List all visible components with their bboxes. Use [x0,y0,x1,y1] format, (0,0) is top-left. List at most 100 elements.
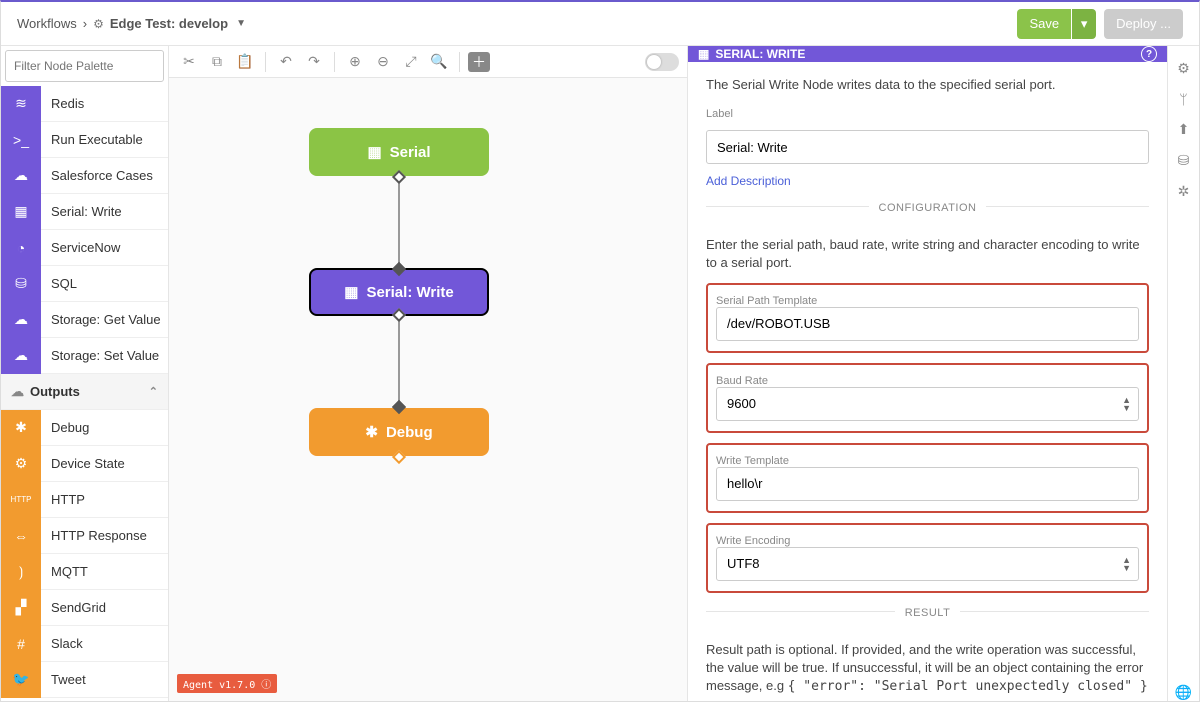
palette-item-label: Serial: Write [41,204,122,219]
output-port[interactable] [392,450,406,464]
node-description: The Serial Write Node writes data to the… [706,76,1149,94]
gear-icon[interactable]: ⚙ [1177,60,1190,77]
palette-item-label: Slack [41,636,83,651]
serial-path-label: Serial Path Template [716,295,1139,307]
agent-version-badge[interactable]: Agent v1.7.0 ⓘ [177,674,277,693]
properties-panel: ▦ SERIAL: WRITE ? The Serial Write Node … [687,46,1167,701]
serial-icon: ▦ [1,194,41,230]
palette-item-run-executable[interactable]: >_Run Executable [1,122,168,158]
output-port[interactable] [392,170,406,184]
save-dropdown-button[interactable]: ▾ [1072,9,1096,39]
palette-category-outputs[interactable]: ☁ Outputs ⌃ [1,374,168,410]
palette-item-mqtt[interactable]: ⟯MQTT [1,554,168,590]
link-icon: ⇔ [1,518,41,554]
gear-icon: ⚙ [1,446,41,482]
serial-path-input[interactable] [716,307,1139,341]
palette-item-label: Debug [41,420,89,435]
zoom-in-button[interactable]: ⊕ [343,50,367,74]
palette-item-storage-get[interactable]: ☁Storage: Get Value [1,302,168,338]
palette-item-label: SendGrid [41,600,106,615]
globe-icon[interactable]: 🌐 [1175,684,1192,701]
branch-icon[interactable]: ᛘ [1179,91,1187,107]
label-input[interactable] [706,130,1149,164]
separator [265,52,266,72]
palette-item-http-response[interactable]: ⇔HTTP Response [1,518,168,554]
palette-item-redis[interactable]: ≋Redis [1,86,168,122]
write-template-input[interactable] [716,467,1139,501]
node-label: Debug [386,424,433,441]
chevron-down-icon[interactable]: ▼ [236,18,246,29]
palette-item-label: MQTT [41,564,88,579]
copy-button[interactable]: ⧉ [205,50,229,74]
palette-item-label: SQL [41,276,77,291]
palette-item-storage-set[interactable]: ☁Storage: Set Value [1,338,168,374]
zoom-out-button[interactable]: ⊖ [371,50,395,74]
baud-rate-select[interactable]: 9600 [716,387,1139,421]
palette-item-tweet[interactable]: 🐦Tweet [1,662,168,698]
output-port[interactable] [392,308,406,322]
cut-button[interactable]: ✂ [177,50,201,74]
cloud-download-icon: ☁ [1,302,41,338]
separator [459,52,460,72]
baud-rate-group: Baud Rate 9600 ▲▼ [706,363,1149,433]
search-button[interactable]: 🔍 [427,50,451,74]
section-result: RESULT [706,611,1149,627]
palette-item-slack[interactable]: #Slack [1,626,168,662]
write-encoding-select[interactable]: UTF8 [716,547,1139,581]
workflow-canvas[interactable]: ▦ Serial ▦ Serial: Write ✱ Debug [169,78,687,701]
redo-button[interactable]: ↷ [302,50,326,74]
add-description-link[interactable]: Add Description [706,174,1149,188]
palette-item-device-state[interactable]: ⚙Device State [1,446,168,482]
top-bar: Workflows › ⚙ Edge Test: develop ▼ Save … [1,2,1199,46]
bug-gear-icon[interactable]: ✲ [1178,183,1190,200]
palette-item-http[interactable]: HTTPHTTP [1,482,168,518]
palette-item-debug[interactable]: ✱Debug [1,410,168,446]
help-icon[interactable]: ? [1141,46,1157,62]
node-serial-write[interactable]: ▦ Serial: Write [309,268,489,316]
section-configuration: CONFIGURATION [706,206,1149,222]
cloud-upload-icon: ☁ [1,338,41,374]
add-button[interactable]: ＋ [468,52,490,72]
serial-icon: ▦ [698,47,709,61]
input-port[interactable] [392,262,406,276]
http-icon: HTTP [1,482,41,518]
baud-rate-label: Baud Rate [716,375,1139,387]
fit-button[interactable]: ⤢ [399,50,423,74]
palette-item-sql[interactable]: ⛁SQL [1,266,168,302]
breadcrumb: Workflows › ⚙ Edge Test: develop ▼ [17,16,246,31]
paste-button[interactable]: 📋 [233,50,257,74]
undo-button[interactable]: ↶ [274,50,298,74]
result-hint: Result path is optional. If provided, an… [706,641,1149,697]
bug-icon: ✱ [365,423,378,441]
deploy-button[interactable]: Deploy ... [1104,9,1183,39]
properties-title: SERIAL: WRITE [715,47,805,61]
palette-item-salesforce[interactable]: ☁Salesforce Cases [1,158,168,194]
servicenow-icon: ◔ [1,230,41,266]
write-template-group: Write Template [706,443,1149,513]
write-encoding-group: Write Encoding UTF8 ▲▼ [706,523,1149,593]
properties-header: ▦ SERIAL: WRITE ? [688,46,1167,62]
node-serial[interactable]: ▦ Serial [309,128,489,176]
serial-icon: ▦ [344,283,358,301]
chevron-up-icon: ⌃ [149,385,158,398]
grid-toggle[interactable] [645,53,679,71]
connection-wire [398,176,400,271]
breadcrumb-root[interactable]: Workflows [17,16,77,31]
cloud-upload-icon: ☁ [11,384,24,399]
node-debug[interactable]: ✱ Debug [309,408,489,456]
separator [334,52,335,72]
upload-icon[interactable]: ⬆ [1178,121,1190,138]
category-label: Outputs [30,384,80,399]
save-button[interactable]: Save [1017,9,1071,39]
breadcrumb-sep: › [83,16,87,31]
database-icon[interactable]: ⛁ [1178,152,1190,169]
slack-icon: # [1,626,41,662]
sendgrid-icon: ▞ [1,590,41,626]
palette-item-serial-write[interactable]: ▦Serial: Write [1,194,168,230]
palette-item-servicenow[interactable]: ◔ServiceNow [1,230,168,266]
twitter-icon: 🐦 [1,662,41,698]
input-port[interactable] [392,400,406,414]
palette-filter-input[interactable] [5,50,164,82]
palette-item-sendgrid[interactable]: ▞SendGrid [1,590,168,626]
serial-path-group: Serial Path Template [706,283,1149,353]
